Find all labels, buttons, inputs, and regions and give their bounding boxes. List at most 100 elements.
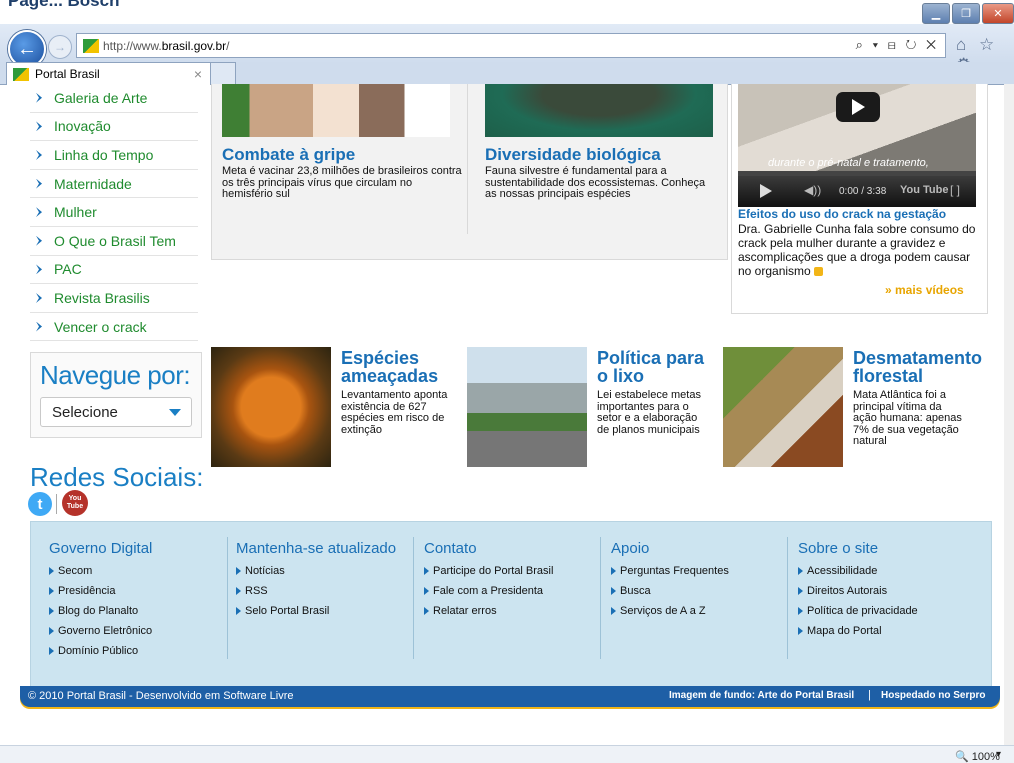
video-description: Dra. Gabrielle Cunha fala sobre consumo … (738, 222, 982, 278)
address-tools[interactable]: ⌕ ▾ ⊟ ↻ ✕ (856, 37, 939, 53)
sidebar-item-inovacao[interactable]: Inovação (30, 113, 198, 142)
sidebar-item-mulher[interactable]: Mulher (30, 198, 198, 227)
url-domain: brasil.gov.br (161, 38, 227, 53)
footer-heading: Mantenha-se atualizado (236, 540, 397, 557)
especies-headline[interactable]: Espécies ameaçadas (341, 349, 461, 385)
twitter-icon[interactable]: t (28, 492, 52, 516)
video-caption: durante o pré-natal e tratamento, (768, 157, 929, 169)
desmatamento-summary: Mata Atlântica foi a principal vítima da… (853, 389, 962, 447)
sidebar-menu: Galeria de Arte Inovação Linha do Tempo … (30, 84, 198, 342)
biodiversity-image[interactable] (485, 84, 713, 137)
plus-badge-icon[interactable] (813, 267, 823, 277)
social-divider (56, 494, 57, 514)
footer-link-label: Selo Portal Brasil (245, 605, 330, 617)
sidebar-item-revista[interactable]: Revista Brasilis (30, 284, 198, 313)
footer-link[interactable]: Governo Eletrônico (49, 621, 219, 641)
footer-link-label: Participe do Portal Brasil (433, 565, 554, 577)
footer-heading: Sobre o site (798, 540, 879, 557)
footer-link[interactable]: Direitos Autorais (798, 581, 968, 601)
zoom-dropdown-icon[interactable]: ▾ (996, 749, 1001, 760)
desmatamento-image[interactable] (723, 347, 843, 467)
back-arrow-icon: ← (17, 37, 37, 60)
footer-link[interactable]: Domínio Público (49, 641, 219, 661)
youtube-icon-label-top: You (68, 495, 82, 502)
mais-videos-link[interactable]: » mais vídeos (885, 283, 964, 297)
minimize-button[interactable]: ▁ (922, 3, 950, 24)
arrow-right-icon (236, 587, 241, 595)
url-text[interactable]: http://www.brasil.gov.br/ (103, 39, 230, 53)
gripe-image[interactable] (222, 84, 450, 137)
tab-label: Portal Brasil (35, 67, 100, 81)
scrollbar[interactable] (1004, 84, 1014, 745)
footer-link-label: Domínio Público (58, 645, 139, 657)
volume-icon[interactable]: ◀)) (804, 183, 821, 197)
play-icon[interactable] (760, 184, 772, 198)
sidebar-item-pac[interactable]: PAC (30, 256, 198, 285)
footer-link[interactable]: Relatar erros (424, 601, 594, 621)
youtube-icon[interactable]: You Tube (62, 490, 88, 516)
footer-link-label: Direitos Autorais (807, 585, 888, 597)
footer-link[interactable]: Participe do Portal Brasil (424, 561, 594, 581)
footer-link-label: Mapa do Portal (807, 625, 882, 637)
footer-link[interactable]: Notícias (236, 561, 406, 581)
footer-link[interactable]: Fale com a Presidenta (424, 581, 594, 601)
double-chevron-icon (36, 121, 42, 132)
forward-button[interactable]: → (48, 35, 72, 59)
tab-portal-brasil[interactable]: Portal Brasil × (6, 62, 211, 85)
footer-link-label: Perguntas Frequentes (620, 565, 729, 577)
footer-link[interactable]: Perguntas Frequentes (611, 561, 781, 581)
sidebar-item-galeria[interactable]: Galeria de Arte (30, 84, 198, 113)
footer-divider (787, 537, 788, 659)
footer-link[interactable]: Acessibilidade (798, 561, 968, 581)
video-title[interactable]: Efeitos do uso do crack na gestação (738, 207, 946, 221)
footer-link[interactable]: Presidência (49, 581, 219, 601)
zoom-level[interactable]: 🔍 100% (955, 750, 1000, 763)
background-credit-link[interactable]: Imagem de fundo: Arte do Portal Brasil (669, 690, 854, 701)
footer-link-label: Busca (620, 585, 651, 597)
navegue-select[interactable]: Selecione (40, 397, 192, 427)
sidebar-item-vencer-crack[interactable]: Vencer o crack (30, 313, 198, 342)
youtube-logo[interactable]: You Tube (900, 184, 948, 196)
hosting-credit-link[interactable]: Hospedado no Serpro (881, 690, 985, 701)
arrow-right-icon (611, 607, 616, 615)
arrow-right-icon (49, 647, 54, 655)
footer-link[interactable]: Selo Portal Brasil (236, 601, 406, 621)
footer-col-mantenha: Mantenha-se atualizado Notícias RSS Selo… (236, 539, 406, 621)
fullscreen-icon[interactable]: [ ] (950, 183, 960, 197)
arrow-right-icon (236, 607, 241, 615)
footer-link[interactable]: Blog do Planalto (49, 601, 219, 621)
sidebar-item-maternidade[interactable]: Maternidade (30, 170, 198, 199)
footer-col-governo: Governo Digital Secom Presidência Blog d… (49, 539, 219, 661)
lixo-image[interactable] (467, 347, 587, 467)
restore-button[interactable]: ❐ (952, 3, 980, 24)
footer-link[interactable]: Secom (49, 561, 219, 581)
address-bar[interactable]: http://www.brasil.gov.br/ ⌕ ▾ ⊟ ↻ ✕ (76, 33, 946, 58)
gripe-headline[interactable]: Combate à gripe (222, 145, 355, 165)
news-divider (467, 84, 468, 234)
footer-link-label: Notícias (245, 565, 285, 577)
footer-divider (413, 537, 414, 659)
arrow-right-icon (424, 607, 429, 615)
video-play-button[interactable] (836, 92, 880, 122)
tab-favicon-icon (13, 67, 29, 81)
sidebar-item-linha-tempo[interactable]: Linha do Tempo (30, 141, 198, 170)
lixo-headline[interactable]: Política para o lixo (597, 349, 717, 385)
sidebar-item-o-que-brasil-tem[interactable]: O Que o Brasil Tem (30, 227, 198, 256)
especies-image[interactable] (211, 347, 331, 467)
footer-link[interactable]: Mapa do Portal (798, 621, 968, 641)
new-tab-button[interactable] (210, 62, 236, 85)
play-icon (851, 99, 865, 115)
navegue-selected-value: Selecione (52, 403, 118, 421)
close-window-button[interactable]: ✕ (982, 3, 1014, 24)
arrow-right-icon (611, 587, 616, 595)
footer-link[interactable]: Serviços de A a Z (611, 601, 781, 621)
window-controls: ▁ ❐ ✕ (922, 3, 1014, 25)
footer-link[interactable]: RSS (236, 581, 406, 601)
arrow-right-icon (424, 587, 429, 595)
desmatamento-headline[interactable]: Desmatamento florestal (853, 349, 1003, 385)
tab-close-icon[interactable]: × (194, 66, 202, 82)
double-chevron-icon (36, 207, 42, 218)
bio-headline[interactable]: Diversidade biológica (485, 145, 661, 165)
footer-link[interactable]: Busca (611, 581, 781, 601)
footer-link[interactable]: Política de privacidade (798, 601, 968, 621)
